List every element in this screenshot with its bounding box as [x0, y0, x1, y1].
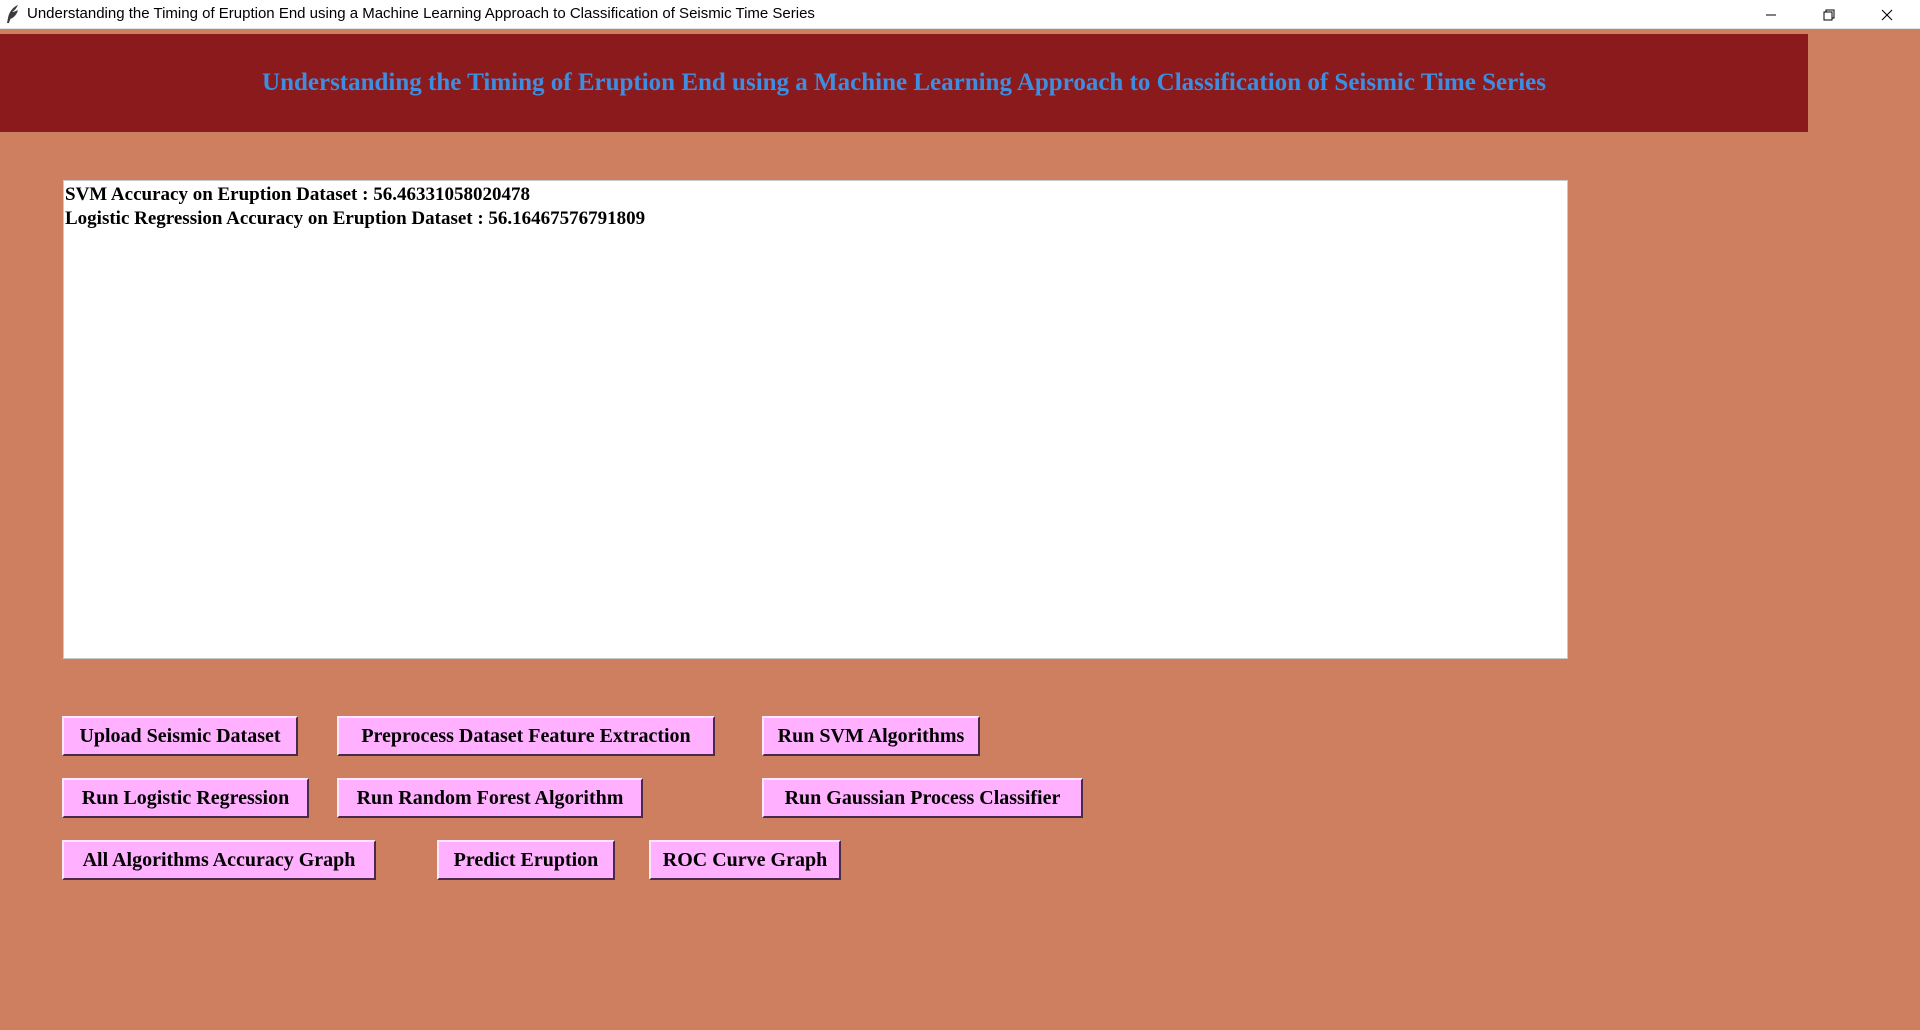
predict-eruption-button[interactable]: Predict Eruption [437, 840, 615, 880]
close-button[interactable] [1858, 0, 1916, 29]
run-svm-button[interactable]: Run SVM Algorithms [762, 716, 980, 756]
restore-icon [1823, 9, 1835, 21]
feather-icon [5, 4, 21, 24]
output-textarea[interactable]: SVM Accuracy on Eruption Dataset : 56.46… [63, 180, 1568, 659]
page-title: Understanding the Timing of Eruption End… [262, 69, 1546, 96]
header-banner: Understanding the Timing of Eruption End… [0, 34, 1808, 132]
output-line: SVM Accuracy on Eruption Dataset : 56.46… [65, 184, 530, 205]
preprocess-button[interactable]: Preprocess Dataset Feature Extraction [337, 716, 715, 756]
output-line: Logistic Regression Accuracy on Eruption… [65, 208, 646, 229]
restore-button[interactable] [1800, 0, 1858, 29]
minimize-icon [1765, 9, 1777, 21]
roc-curve-button[interactable]: ROC Curve Graph [649, 840, 841, 880]
minimize-button[interactable] [1742, 0, 1800, 29]
upload-dataset-button[interactable]: Upload Seismic Dataset [62, 716, 298, 756]
app-window: Understanding the Timing of Eruption End… [0, 0, 1920, 1030]
run-logistic-regression-button[interactable]: Run Logistic Regression [62, 778, 309, 818]
window-title: Understanding the Timing of Eruption End… [27, 5, 815, 22]
accuracy-graph-button[interactable]: All Algorithms Accuracy Graph [62, 840, 376, 880]
run-random-forest-button[interactable]: Run Random Forest Algorithm [337, 778, 643, 818]
close-icon [1881, 9, 1893, 21]
title-bar[interactable]: Understanding the Timing of Eruption End… [0, 0, 1920, 29]
run-gaussian-process-button[interactable]: Run Gaussian Process Classifier [762, 778, 1083, 818]
main-panel: Understanding the Timing of Eruption End… [0, 29, 1920, 1030]
